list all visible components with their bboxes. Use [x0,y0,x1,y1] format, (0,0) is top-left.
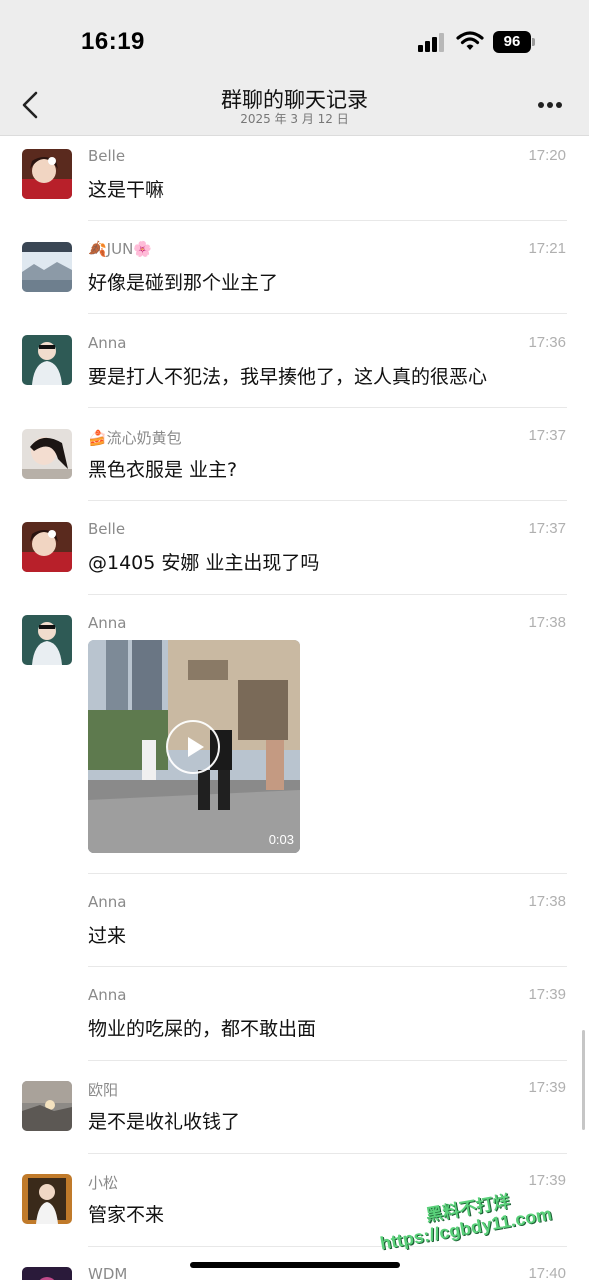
sender-name: Anna [88,614,127,632]
message-time: 17:40 [528,1265,566,1280]
message-time: 17:39 [528,986,566,1003]
message-time: 17:38 [528,893,566,910]
wifi-icon [456,31,484,50]
sender-name: 欧阳 [88,1081,119,1099]
message-time: 17:38 [528,614,566,631]
message-time: 17:37 [528,427,566,444]
message-time: 17:20 [528,147,566,164]
divider [88,1153,567,1154]
message-text: 物业的吃屎的，都不敢出面 [88,1018,317,1040]
divider [88,407,567,408]
sender-name: 🍂JUN🌸 [88,240,152,258]
sender-name: 小松 [88,1174,119,1192]
divider [88,500,567,501]
sender-name: Belle [88,520,126,538]
divider [88,966,567,967]
avatar[interactable] [22,1267,72,1280]
home-indicator[interactable] [190,1262,400,1268]
battery-icon: 96 [493,31,535,53]
divider [88,873,567,874]
divider [88,594,567,595]
sender-name: WDM [88,1265,128,1280]
divider [88,1060,567,1061]
play-icon[interactable] [166,720,220,774]
message-text: 是不是收礼收钱了 [88,1111,241,1133]
video-duration: 0:03 [268,832,294,847]
message-text: 过来 [88,925,127,947]
avatar[interactable] [22,615,72,665]
avatar[interactable] [22,1174,72,1224]
avatar[interactable] [22,149,72,199]
divider [88,313,567,314]
avatar[interactable] [22,429,72,479]
sender-name: Anna [88,334,127,352]
status-time: 16:19 [81,28,145,55]
message-text: @1405 安娜 业主出现了吗 [88,552,320,574]
message-text: 好像是碰到那个业主了 [88,272,279,294]
sender-name: Belle [88,147,126,165]
page-subtitle-date: 2025 年 3 月 12 日 [240,112,349,126]
message-time: 17:39 [528,1079,566,1096]
avatar[interactable] [22,522,72,572]
sender-name: 🍰流心奶黄包 [88,429,182,447]
watermark: 黑料不打烊 https://cgbdy11.com [374,1175,586,1270]
message-text: 要是打人不犯法，我早揍他了，这人真的很恶心 [88,366,488,388]
sender-name: Anna [88,986,127,1004]
message-text: 黑色衣服是 业主? [88,459,238,481]
video-thumbnail[interactable]: 0:03 [88,640,300,853]
message-time: 17:21 [528,240,566,257]
message-text: 这是干嘛 [88,179,165,201]
more-options-icon[interactable] [536,100,564,110]
avatar[interactable] [22,335,72,385]
battery-level: 96 [493,31,531,53]
scrollbar[interactable] [582,1030,585,1130]
avatar[interactable] [22,1081,72,1131]
sender-name: Anna [88,893,127,911]
divider [88,220,567,221]
cellular-signal-icon [418,32,446,52]
message-time: 17:36 [528,334,566,351]
message-text: 管家不来 [88,1204,165,1226]
message-time: 17:37 [528,520,566,537]
avatar[interactable] [22,242,72,292]
